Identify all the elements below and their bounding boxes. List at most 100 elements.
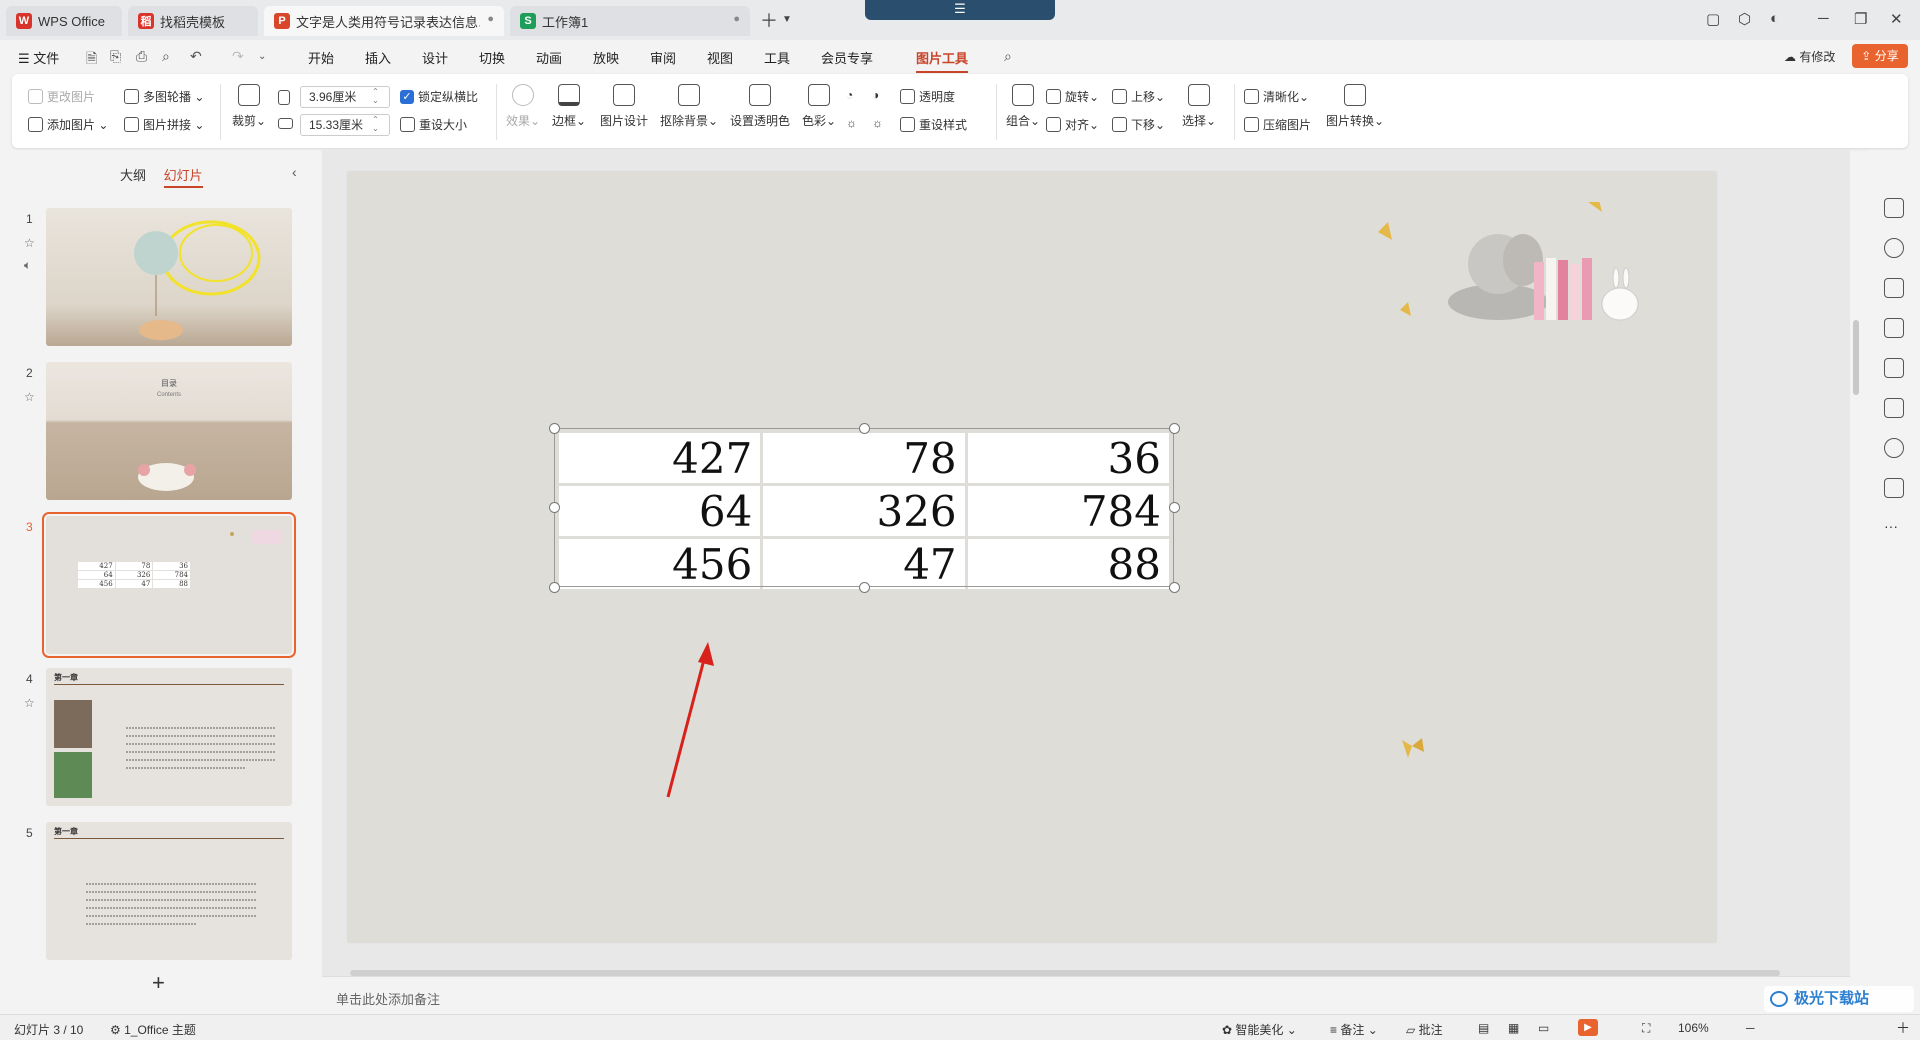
restore-icon[interactable]: ❐ bbox=[1854, 10, 1867, 28]
share-button[interactable]: ⇪ 分享 bbox=[1852, 44, 1908, 68]
brightness-up-icon[interactable]: ◔ bbox=[846, 88, 853, 102]
tab-spreadsheet[interactable]: S 工作簿1 ● bbox=[510, 6, 750, 36]
set-transparent-color-button[interactable]: 设置透明色 bbox=[730, 84, 790, 129]
tab-slides[interactable]: 幻灯片 bbox=[163, 168, 203, 188]
select-button[interactable]: 选择⌄ bbox=[1182, 84, 1216, 129]
group-button[interactable]: 组合⌄ bbox=[1006, 84, 1040, 129]
menu-animation[interactable]: 动画 bbox=[536, 48, 562, 67]
reading-view-icon[interactable]: ▭ bbox=[1538, 1021, 1549, 1035]
book-icon[interactable] bbox=[1884, 398, 1904, 418]
more-icon[interactable]: ··· bbox=[1884, 518, 1898, 534]
star-icon[interactable]: ☆ bbox=[24, 696, 35, 710]
zoom-in-icon[interactable]: ＋ bbox=[1896, 1018, 1910, 1038]
tab-presentation[interactable]: P 文字是人类用符号记录表达信息以 ● bbox=[264, 6, 504, 36]
comment-button[interactable]: ▱ 批注 bbox=[1406, 1021, 1443, 1038]
properties-icon[interactable] bbox=[1884, 198, 1904, 218]
avatar[interactable]: ◐ bbox=[1770, 10, 1779, 27]
search-icon[interactable]: ⌕ bbox=[1004, 48, 1012, 65]
close-icon[interactable]: ● bbox=[487, 13, 494, 25]
transparency-button[interactable]: 透明度 bbox=[900, 88, 955, 105]
bring-up-button[interactable]: 上移 ⌄ bbox=[1112, 88, 1165, 105]
window-layout-icon[interactable]: ▢ bbox=[1706, 10, 1720, 28]
undo-icon[interactable]: ↶ bbox=[190, 48, 202, 65]
current-slide[interactable]: 427 78 36 64 326 784 456 47 88 bbox=[348, 172, 1716, 942]
slide-thumbnail-1[interactable] bbox=[46, 208, 292, 346]
menu-design[interactable]: 设计 bbox=[422, 48, 448, 67]
tab-wps-office[interactable]: W WPS Office bbox=[6, 6, 122, 36]
resize-handle[interactable] bbox=[1169, 423, 1180, 434]
file-menu[interactable]: ☰ 文件 bbox=[18, 48, 59, 67]
save-icon[interactable]: 🗎 bbox=[86, 48, 97, 72]
resize-handle[interactable] bbox=[549, 502, 560, 513]
print-preview-icon[interactable]: ⌕ bbox=[162, 48, 170, 65]
notes-button[interactable]: ≡ 备注 ⌄ bbox=[1330, 1021, 1378, 1038]
window-close-icon[interactable]: ✕ bbox=[1890, 10, 1903, 28]
slide-thumbnail-2[interactable]: 目录 Contents bbox=[46, 362, 292, 500]
export-icon[interactable]: ⎘ bbox=[110, 48, 121, 65]
fit-window-icon[interactable]: ⛶ bbox=[1642, 1021, 1650, 1036]
contrast-down-icon[interactable]: ☼ bbox=[872, 116, 883, 130]
tools-icon[interactable] bbox=[1884, 358, 1904, 378]
grid-view-icon[interactable]: ▦ bbox=[1508, 1021, 1519, 1035]
border-button[interactable]: 边框⌄ bbox=[552, 84, 586, 129]
print-icon[interactable]: ⎙ bbox=[136, 48, 147, 65]
cube-icon[interactable]: ⬡ bbox=[1738, 10, 1751, 28]
smart-beautify-button[interactable]: ✿ 智能美化 ⌄ bbox=[1222, 1021, 1297, 1038]
remove-background-button[interactable]: 抠除背景⌄ bbox=[660, 84, 718, 129]
add-image-button[interactable]: 添加图片 ⌄ bbox=[28, 116, 108, 133]
copy-icon[interactable] bbox=[1884, 278, 1904, 298]
resize-handle[interactable] bbox=[859, 423, 870, 434]
send-down-button[interactable]: 下移 ⌄ bbox=[1112, 116, 1165, 133]
chevron-down-icon[interactable]: ▼ bbox=[782, 14, 792, 25]
contrast-up-icon[interactable]: ◑ bbox=[872, 88, 879, 102]
rotate-button[interactable]: 旋转 ⌄ bbox=[1046, 88, 1099, 105]
resize-handle[interactable] bbox=[1169, 582, 1180, 593]
menu-slideshow[interactable]: 放映 bbox=[593, 48, 619, 67]
star-icon[interactable]: ☆ bbox=[24, 236, 35, 250]
star-icon[interactable]: ☆ bbox=[24, 390, 35, 404]
resize-handle[interactable] bbox=[859, 582, 870, 593]
reset-style-button[interactable]: 重设样式 bbox=[900, 116, 967, 133]
menu-tools[interactable]: 工具 bbox=[764, 48, 790, 67]
modified-status[interactable]: ☁ 有修改 bbox=[1784, 48, 1835, 65]
resize-handle[interactable] bbox=[549, 582, 560, 593]
normal-view-icon[interactable]: ▤ bbox=[1478, 1021, 1489, 1035]
slide-thumbnail-5[interactable]: 第一章 bbox=[46, 822, 292, 960]
menu-review[interactable]: 审阅 bbox=[650, 48, 676, 67]
reset-size-button[interactable]: 重设大小 bbox=[400, 116, 467, 133]
menu-member[interactable]: 会员专享 bbox=[821, 48, 873, 67]
notes-area[interactable]: 单击此处添加备注 bbox=[322, 976, 1850, 1014]
slide-thumbnail-4[interactable]: 第一章 bbox=[46, 668, 292, 806]
change-image-button[interactable]: 更改图片 bbox=[28, 88, 95, 105]
theme-name[interactable]: ⚙ 1_Office 主题 bbox=[110, 1021, 196, 1038]
new-tab-icon[interactable]: ＋ bbox=[760, 7, 778, 33]
tab-outline[interactable]: 大纲 bbox=[120, 168, 146, 183]
menu-insert[interactable]: 插入 bbox=[365, 48, 391, 67]
menu-picture-tools[interactable]: 图片工具 bbox=[916, 48, 969, 73]
multi-carousel-button[interactable]: 多图轮播 ⌄ bbox=[124, 88, 204, 105]
color-button[interactable]: 色彩⌄ bbox=[802, 84, 836, 129]
help-icon[interactable] bbox=[1884, 438, 1904, 458]
compress-image-button[interactable]: 压缩图片 bbox=[1244, 116, 1311, 133]
height-input[interactable]: 15.33厘米 bbox=[300, 114, 390, 136]
image-design-button[interactable]: 图片设计 bbox=[600, 84, 648, 129]
add-slide-button[interactable]: + bbox=[152, 970, 165, 996]
star-icon[interactable] bbox=[1884, 238, 1904, 258]
vertical-scrollbar[interactable] bbox=[1853, 320, 1859, 395]
menu-home[interactable]: 开始 bbox=[308, 48, 334, 67]
menu-view[interactable]: 视图 bbox=[707, 48, 733, 67]
sharpen-button[interactable]: 清晰化 ⌄ bbox=[1244, 88, 1309, 105]
menu-transition[interactable]: 切换 bbox=[479, 48, 505, 67]
play-slideshow-button[interactable]: ▶ bbox=[1578, 1019, 1598, 1036]
close-icon[interactable]: ● bbox=[733, 13, 740, 25]
collapse-panel-icon[interactable]: ‹ bbox=[292, 164, 297, 180]
tab-template[interactable]: 稻 找稻壳模板 bbox=[128, 6, 258, 36]
image-convert-button[interactable]: 图片转换⌄ bbox=[1326, 84, 1384, 129]
chart-icon[interactable] bbox=[1884, 318, 1904, 338]
slide-thumbnail-3[interactable]: 427 78 36 64 326 784 456 47 88 bbox=[42, 512, 296, 658]
zoom-level[interactable]: 106% bbox=[1678, 1021, 1709, 1035]
zoom-out-icon[interactable]: ─ bbox=[1746, 1021, 1755, 1035]
chevron-down-icon[interactable]: ⌄ bbox=[258, 51, 266, 62]
resize-handle[interactable] bbox=[549, 423, 560, 434]
effects-button[interactable]: 效果⌄ bbox=[506, 84, 540, 129]
